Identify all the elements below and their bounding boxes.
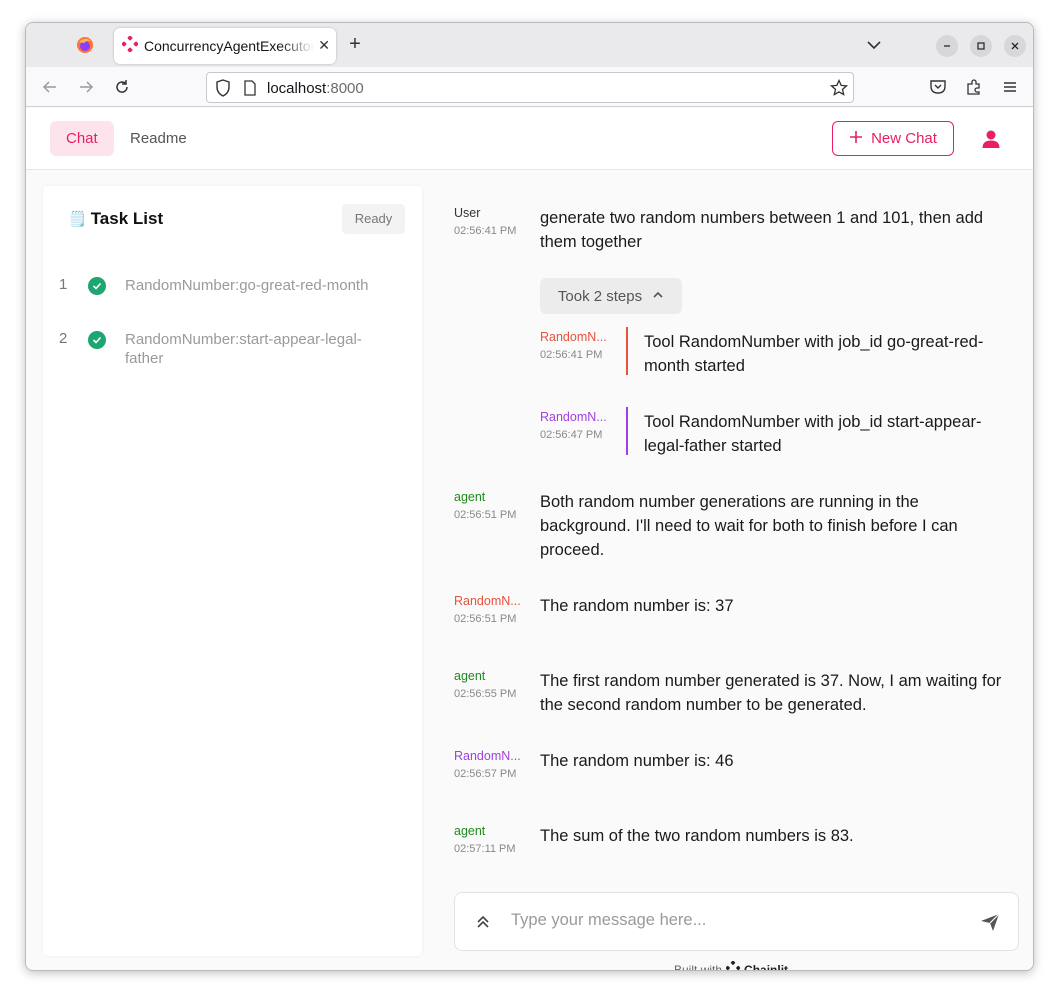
tab-title: ConcurrencyAgentExecutor [144, 38, 314, 54]
minimize-icon[interactable] [936, 35, 958, 57]
step-content: Tool RandomNumber with job_id start-appe… [644, 413, 982, 455]
step-author: RandomN... [540, 330, 607, 344]
tab-readme[interactable]: Readme [114, 121, 203, 156]
task-list-panel: 🗒️ Task List Ready 1 RandomNumber:go-gre… [43, 186, 422, 956]
message-time: 02:56:51 PM [454, 613, 517, 625]
message-author: agent [454, 490, 486, 504]
message-input[interactable]: Type your message here... [511, 911, 706, 930]
bookmark-star-icon[interactable] [829, 78, 849, 102]
check-circle-icon [88, 331, 106, 349]
message-time: 02:56:51 PM [454, 509, 517, 521]
tab-bar: ConcurrencyAgentExecutor ✕ + [26, 23, 1033, 67]
message-content: The sum of the two random numbers is 83. [540, 827, 854, 845]
new-chat-button[interactable]: New Chat [832, 121, 954, 156]
steps-toggle-button[interactable]: Took 2 steps [540, 278, 682, 314]
message-content: The first random number generated is 37.… [540, 672, 1002, 714]
step-indicator-bar [626, 327, 628, 375]
browser-window: ConcurrencyAgentExecutor ✕ + localhost:8… [25, 22, 1034, 971]
send-icon[interactable] [979, 911, 1001, 933]
firefox-icon[interactable] [74, 34, 96, 56]
chevron-up-icon [652, 288, 664, 305]
double-chevron-up-icon[interactable] [473, 912, 493, 932]
message-time: 02:56:57 PM [454, 768, 517, 780]
built-with-footer[interactable]: Built with Chainlit [674, 960, 789, 971]
message-author: RandomN... [454, 594, 521, 608]
url-bar[interactable]: localhost:8000 [206, 72, 854, 103]
step-author: RandomN... [540, 410, 607, 424]
task-label: RandomNumber:start-appear-legal-father [125, 331, 362, 367]
chainlit-app: Chat Readme New Chat 🗒️ Task List Ready … [26, 108, 1033, 971]
step-time: 02:56:41 PM [540, 349, 603, 361]
user-icon[interactable] [981, 129, 1001, 149]
message-author: User [454, 206, 481, 220]
task-label: RandomNumber:go-great-red-month [125, 277, 369, 294]
step-indicator-bar [626, 407, 628, 455]
task-number: 2 [59, 330, 68, 347]
message-content: The random number is: 37 [540, 597, 734, 615]
message-author: RandomN... [454, 749, 521, 763]
url-text[interactable]: localhost:8000 [267, 80, 364, 97]
message-author: agent [454, 824, 486, 838]
message-list[interactable]: User 02:56:41 PM generate two random num… [454, 186, 1024, 856]
nav-bar: localhost:8000 [26, 67, 1033, 107]
message-time: 02:56:41 PM [454, 225, 517, 237]
chainlit-favicon-icon [121, 35, 139, 57]
check-circle-icon [88, 277, 106, 295]
step-time: 02:56:47 PM [540, 429, 603, 441]
close-window-icon[interactable] [1004, 35, 1026, 57]
message-author: agent [454, 669, 486, 683]
chainlit-brand: Chainlit [744, 962, 789, 971]
page-icon[interactable] [243, 80, 257, 101]
new-tab-icon[interactable]: + [344, 34, 366, 56]
shield-icon[interactable] [215, 79, 231, 102]
task-list-title: 🗒️ Task List [68, 209, 164, 228]
tab-chat[interactable]: Chat [50, 121, 114, 156]
menu-icon[interactable] [1000, 77, 1020, 97]
message-composer[interactable]: Type your message here... [454, 892, 1019, 951]
app-header: Chat Readme New Chat [26, 108, 1033, 170]
task-number: 1 [59, 276, 68, 293]
chevron-down-icon[interactable] [864, 35, 884, 55]
message-content: generate two random numbers between 1 an… [540, 209, 984, 251]
forward-icon[interactable] [76, 77, 96, 97]
reload-icon[interactable] [112, 77, 132, 97]
pocket-icon[interactable] [928, 77, 948, 97]
message-content: The random number is: 46 [540, 752, 734, 770]
plus-icon [849, 130, 863, 148]
notepad-icon: 🗒️ [68, 211, 87, 228]
extensions-icon[interactable] [964, 77, 984, 97]
message-time: 02:57:11 PM [454, 843, 516, 855]
step-content: Tool RandomNumber with job_id go-great-r… [644, 333, 984, 375]
browser-tab[interactable]: ConcurrencyAgentExecutor ✕ [114, 28, 336, 64]
task-list-status: Ready [342, 204, 405, 234]
chainlit-logo-icon [725, 960, 741, 970]
back-icon[interactable] [40, 77, 60, 97]
maximize-icon[interactable] [970, 35, 992, 57]
new-chat-label: New Chat [871, 130, 937, 147]
tab-close-icon[interactable]: ✕ [318, 37, 330, 54]
message-time: 02:56:55 PM [454, 688, 517, 700]
message-content: Both random number generations are runni… [540, 493, 958, 559]
